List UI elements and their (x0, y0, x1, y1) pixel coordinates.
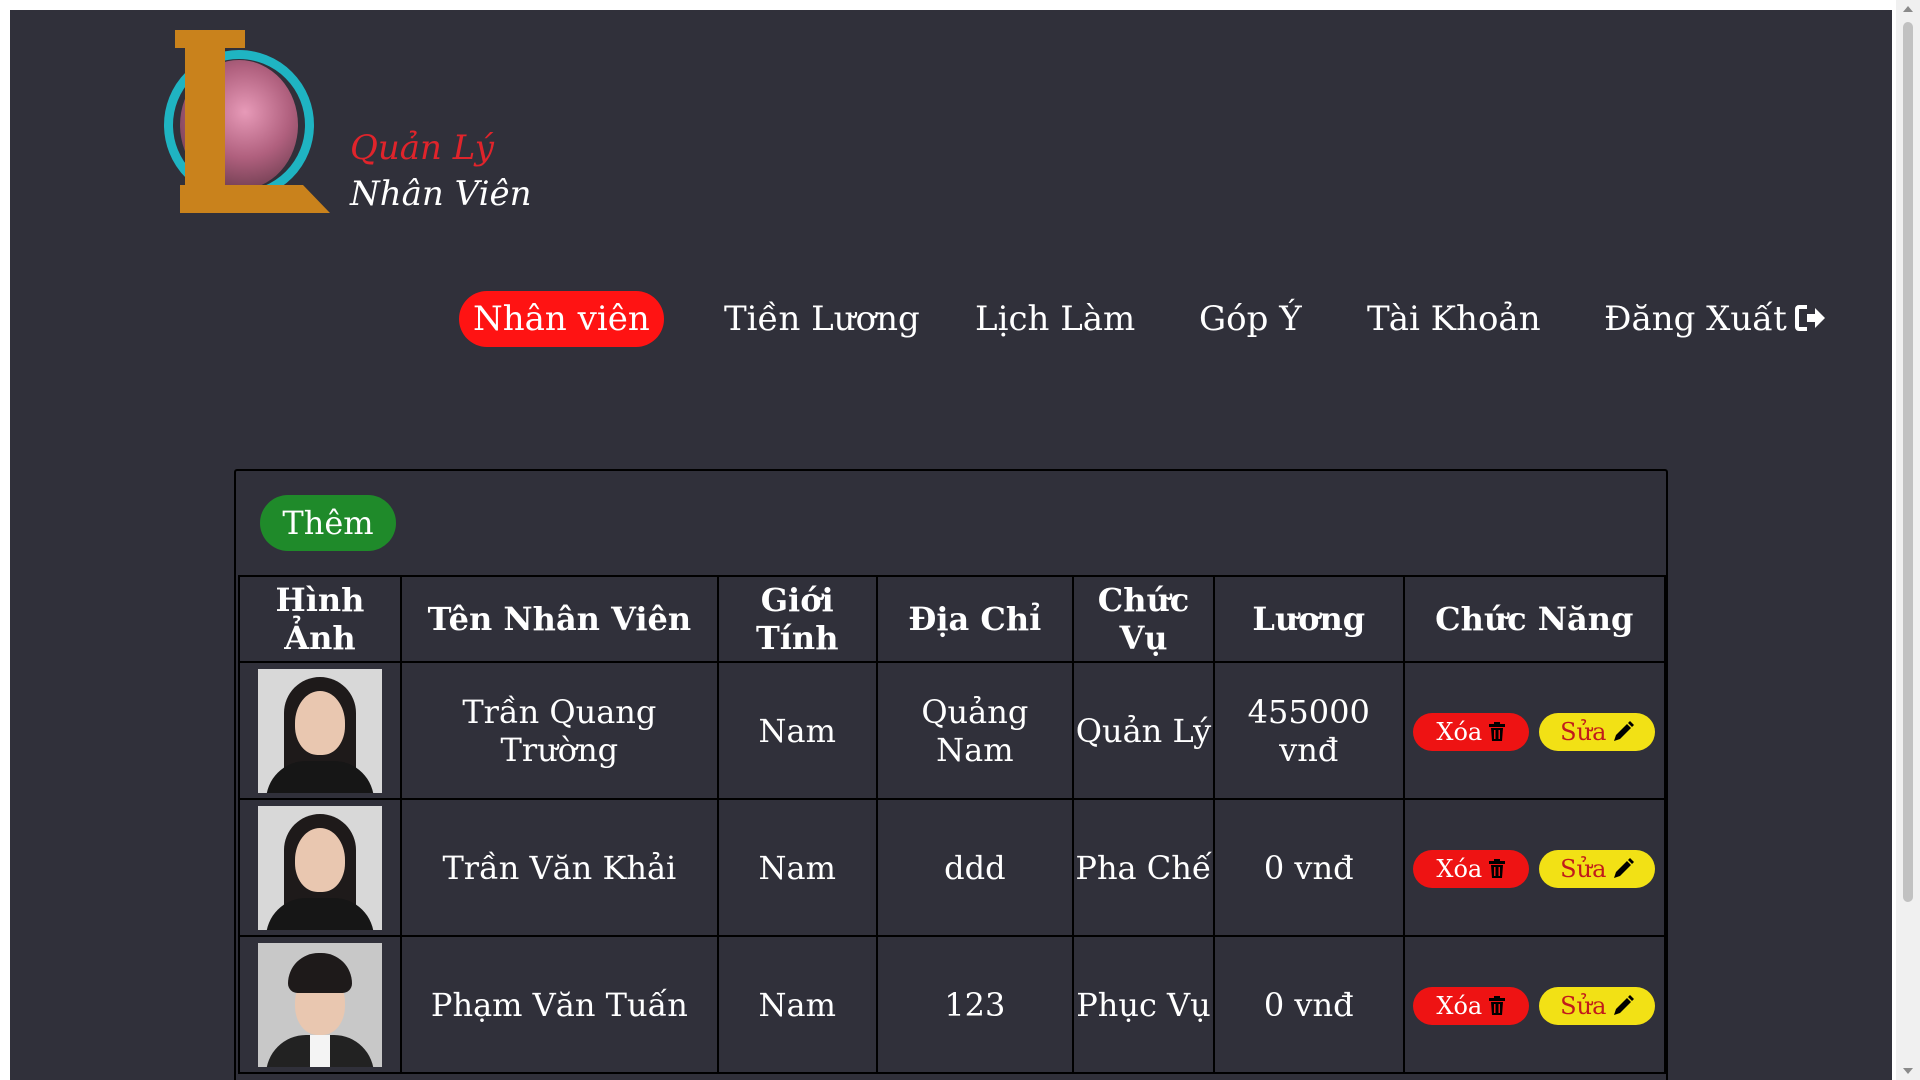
avatar (257, 805, 382, 930)
nav-item-logout-label: Đăng Xuất (1604, 299, 1787, 339)
employee-position: Phục Vụ (1072, 935, 1215, 1074)
avatar (257, 668, 382, 793)
scroll-down-arrow-icon[interactable] (1903, 1068, 1913, 1074)
employee-address: 123 (875, 935, 1075, 1074)
avatar-cell (238, 661, 402, 800)
employee-name: Phạm Văn Tuấn (399, 935, 719, 1074)
employee-position: Quản Lý (1072, 661, 1215, 800)
employee-gender: Nam (716, 798, 878, 937)
delete-label: Xóa (1436, 854, 1483, 883)
delete-label: Xóa (1436, 717, 1483, 746)
app-window: Quản Lý Nhân Viên Nhân viên Tiền Lương L… (10, 10, 1892, 1080)
employee-salary: 0 vnđ (1212, 935, 1405, 1074)
actions-cell: Xóa Sửa (1402, 935, 1667, 1074)
delete-button[interactable]: Xóa (1413, 849, 1530, 888)
employee-salary: 0 vnđ (1212, 798, 1405, 937)
nav-item-salary[interactable]: Tiền Lương (724, 291, 920, 347)
scrollbar-thumb[interactable] (1903, 22, 1913, 902)
table-row: Trần Quang Trường Nam Quảng Nam Quản Lý … (238, 661, 1667, 800)
avatar-cell (238, 935, 402, 1074)
employee-name: Trần Quang Trường (399, 661, 719, 800)
nav-item-account[interactable]: Tài Khoản (1367, 291, 1541, 347)
delete-button[interactable]: Xóa (1413, 712, 1530, 751)
logo-title-line1: Quản Lý (350, 128, 494, 168)
employee-panel: Thêm Hình Ảnh Tên Nhân Viên Giới Tính Đị… (234, 469, 1668, 1080)
table-row: Phạm Văn Tuấn Nam 123 Phục Vụ 0 vnđ Xóa S… (238, 935, 1667, 1074)
table-row: Trần Văn Khải Nam ddd Pha Chế 0 vnđ Xóa S… (238, 798, 1667, 937)
employee-gender: Nam (716, 935, 878, 1074)
employee-name: Trần Văn Khải (399, 798, 719, 937)
pencil-icon (1614, 857, 1635, 878)
pencil-icon (1614, 994, 1635, 1015)
edit-button[interactable]: Sửa (1539, 849, 1656, 888)
header-position: Chức Vụ (1072, 575, 1215, 663)
actions-cell: Xóa Sửa (1402, 661, 1667, 800)
avatar-cell (238, 798, 402, 937)
edit-button[interactable]: Sửa (1539, 986, 1656, 1025)
edit-label: Sửa (1560, 854, 1607, 883)
edit-label: Sửa (1560, 717, 1607, 746)
sign-out-icon (1794, 293, 1827, 349)
nav-item-logout[interactable]: Đăng Xuất (1604, 291, 1827, 347)
header-gender: Giới Tính (716, 575, 878, 663)
employee-table: Hình Ảnh Tên Nhân Viên Giới Tính Địa Chỉ… (238, 575, 1667, 1074)
header-salary: Lương (1212, 575, 1405, 663)
table-header-row: Hình Ảnh Tên Nhân Viên Giới Tính Địa Chỉ… (238, 575, 1667, 663)
pencil-icon (1614, 720, 1635, 741)
add-employee-button[interactable]: Thêm (260, 495, 396, 551)
employee-salary: 455000 vnđ (1212, 661, 1405, 800)
employee-position: Pha Chế (1072, 798, 1215, 937)
employee-address: Quảng Nam (875, 661, 1075, 800)
header-name: Tên Nhân Viên (399, 575, 719, 663)
header-image: Hình Ảnh (238, 575, 402, 663)
nav-item-schedule[interactable]: Lịch Làm (975, 291, 1135, 347)
trash-icon (1489, 721, 1506, 741)
actions-cell: Xóa Sửa (1402, 798, 1667, 937)
header-address: Địa Chỉ (875, 575, 1075, 663)
employee-gender: Nam (716, 661, 878, 800)
logo-letter-l (185, 30, 225, 210)
delete-button[interactable]: Xóa (1413, 986, 1530, 1025)
logo-title-line2: Nhân Viên (350, 174, 532, 214)
logo: Quản Lý Nhân Viên (150, 20, 550, 220)
scroll-up-arrow-icon[interactable] (1903, 6, 1913, 12)
trash-icon (1489, 858, 1506, 878)
trash-icon (1489, 995, 1506, 1015)
vertical-scrollbar[interactable] (1896, 0, 1920, 1080)
edit-label: Sửa (1560, 991, 1607, 1020)
nav-item-feedback[interactable]: Góp Ý (1199, 291, 1302, 347)
edit-button[interactable]: Sửa (1539, 712, 1656, 751)
header-actions: Chức Năng (1402, 575, 1667, 663)
avatar (257, 942, 382, 1067)
main-nav: Nhân viên Tiền Lương Lịch Làm Góp Ý Tài … (10, 291, 1892, 351)
nav-item-employees[interactable]: Nhân viên (459, 291, 664, 347)
delete-label: Xóa (1436, 991, 1483, 1020)
employee-address: ddd (875, 798, 1075, 937)
